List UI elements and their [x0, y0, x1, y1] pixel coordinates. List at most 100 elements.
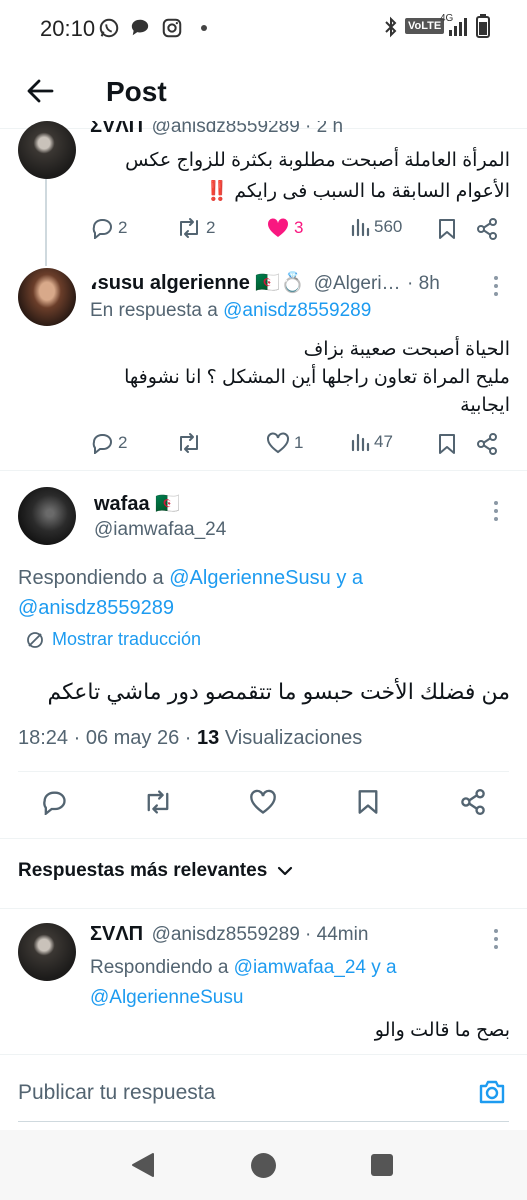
parent-post[interactable]: ΣVΛΠ @anisdz8559289 · 2 h المرأة العاملة… [0, 121, 527, 259]
handle-time: @anisdz8559289 · 2 h [151, 121, 344, 137]
views-count: 47 [374, 432, 393, 451]
post-text-line-1: الحياة أصبحت صعيبة بزاف [303, 339, 510, 360]
views-button[interactable]: 560 [350, 217, 402, 237]
views-button[interactable]: 47 [350, 432, 393, 452]
parent-header-clip: ΣVΛΠ @anisdz8559289 · 2 h [90, 121, 390, 137]
replying-and: y a [371, 957, 397, 978]
share-icon[interactable] [476, 433, 498, 455]
translate-label[interactable]: Mostrar traducción [52, 629, 201, 650]
recents-nav-icon[interactable] [371, 1154, 393, 1176]
replying-to-link-2[interactable]: @anisdz8559289 [18, 597, 174, 619]
replying-context: Respondiendo a @AlgerienneSusu y a @anis… [18, 563, 508, 623]
bookmark-icon[interactable] [437, 433, 457, 455]
more-options-icon[interactable] [493, 276, 499, 300]
volte-badge: VoLTE [405, 18, 445, 34]
translate-link[interactable]: Mostrar traducción [26, 629, 201, 650]
replying-to-link-1[interactable]: @AlgerienneSusu [169, 567, 331, 589]
replying-prefix: Respondiendo a [90, 957, 229, 978]
reply-composer[interactable]: Publicar tu respuesta [0, 1055, 527, 1121]
avatar[interactable] [18, 268, 76, 326]
display-name[interactable]: ،susu algerienne 🇩🇿💍 [90, 272, 305, 294]
reply-button[interactable]: 2 [90, 217, 127, 239]
replying-to-link-1[interactable]: @iamwafaa_24 [234, 957, 366, 978]
reply-post-anis[interactable]: ΣVΛΠ @anisdz8559289 · 44min Respondiendo… [0, 909, 527, 1049]
heart-icon[interactable] [249, 789, 277, 815]
share-icon[interactable] [460, 789, 486, 815]
relevance-dropdown[interactable]: Respuestas más relevantes [18, 860, 293, 882]
handle: @Algeri… [313, 273, 401, 294]
home-nav-icon[interactable] [251, 1153, 276, 1178]
header: Post [0, 56, 527, 128]
views-count: 13 [197, 727, 220, 749]
reply-count: 2 [118, 433, 128, 452]
handle-time: @anisdz8559289 · 44min [151, 924, 369, 945]
views-icon [351, 218, 370, 237]
main-post: wafaa 🇩🇿 @iamwafaa_24 Respondiendo a @Al… [0, 471, 527, 831]
avatar[interactable] [18, 121, 76, 179]
post-text-line-2: الأعوام السابقة ما السبب فى رايكم ‼️ [205, 181, 510, 202]
replying-prefix: Respondiendo a [18, 567, 164, 589]
reply-post-susu[interactable]: ،susu algerienne 🇩🇿💍 @Algeri… · 8h En re… [0, 266, 527, 466]
composer-underline [18, 1121, 509, 1122]
replying-and: y a [336, 567, 364, 589]
display-name[interactable]: ΣVΛΠ [90, 923, 143, 945]
post-text-line-2: مليح المراة تعاون راجلها أين المشكل ؟ ان… [124, 367, 510, 388]
more-options-icon[interactable] [493, 929, 499, 953]
reply-context: En respuesta a @anisdz8559289 [90, 300, 371, 322]
views-label: Visualizaciones [224, 727, 363, 749]
repost-icon [180, 218, 198, 238]
reply-prefix: En respuesta a [90, 300, 218, 321]
reply-to-link[interactable]: @anisdz8559289 [223, 300, 371, 321]
display-name[interactable]: ΣVΛΠ [90, 121, 143, 137]
status-bar: 20:10 VoLTE 4G [0, 0, 527, 56]
bookmark-icon[interactable] [437, 218, 457, 240]
reply-count: 2 [118, 218, 128, 237]
views-count: 560 [374, 217, 403, 236]
meta-divider [18, 771, 509, 772]
repost-button[interactable] [176, 432, 202, 454]
back-nav-icon[interactable] [131, 1152, 155, 1178]
chevron-down-icon [278, 866, 293, 876]
avatar[interactable] [18, 923, 76, 981]
post-text: بصح ما قالت والو [374, 1020, 510, 1041]
notification-dot-icon [201, 25, 207, 31]
replying-to-link-2[interactable]: @AlgerienneSusu [90, 987, 243, 1008]
bluetooth-icon [383, 16, 399, 38]
repost-icon[interactable] [143, 789, 173, 815]
post-text-line-3: ايجابية [460, 395, 510, 416]
reply-button[interactable]: 2 [90, 432, 127, 454]
post-text-line-1: المرأة العاملة أصبحت مطلوبة بكثرة للزواج… [125, 150, 510, 171]
repost-icon [180, 433, 198, 453]
battery-icon [476, 14, 490, 38]
relevance-label: Respuestas más relevantes [18, 860, 268, 881]
reply1-header: ،susu algerienne 🇩🇿💍 @Algeri… · 8h [90, 270, 490, 295]
camera-icon[interactable] [478, 1079, 506, 1105]
bookmark-icon[interactable] [356, 789, 380, 815]
reply-input[interactable]: Publicar tu respuesta [18, 1081, 215, 1105]
globe-icon [27, 631, 43, 648]
replying-context: Respondiendo a @iamwafaa_24 y a @Algerie… [90, 953, 510, 1013]
heart-icon [267, 432, 289, 454]
reply-icon [92, 219, 112, 239]
page-title: Post [106, 76, 167, 107]
repost-button[interactable]: 2 [176, 217, 215, 239]
post-meta: 18:24 · 06 may 26 · 13 Visualizaciones [18, 727, 362, 750]
like-button[interactable]: 3 [266, 217, 303, 239]
post-text: من فضلك الأخت حبسو ما تتقمصو دور ماشي تا… [47, 679, 510, 704]
like-button[interactable]: 1 [266, 432, 303, 454]
reply-icon[interactable] [40, 789, 68, 815]
system-nav-bar [0, 1130, 527, 1200]
arrow-left-icon[interactable] [26, 78, 54, 104]
more-options-icon[interactable] [493, 501, 499, 525]
avatar[interactable] [18, 487, 76, 545]
display-name[interactable]: wafaa 🇩🇿 [94, 491, 180, 516]
actions-divider [0, 838, 527, 839]
status-time: 20:10 [40, 16, 96, 41]
share-icon[interactable] [476, 218, 498, 240]
heart-filled-icon [267, 218, 289, 237]
like-count: 1 [294, 433, 304, 452]
timestamp: 18:24 · 06 may 26 · [18, 727, 192, 749]
post-time: · 8h [407, 273, 440, 294]
handle: @iamwafaa_24 [94, 519, 227, 540]
reply2-header: ΣVΛΠ @anisdz8559289 · 44min [90, 923, 368, 946]
